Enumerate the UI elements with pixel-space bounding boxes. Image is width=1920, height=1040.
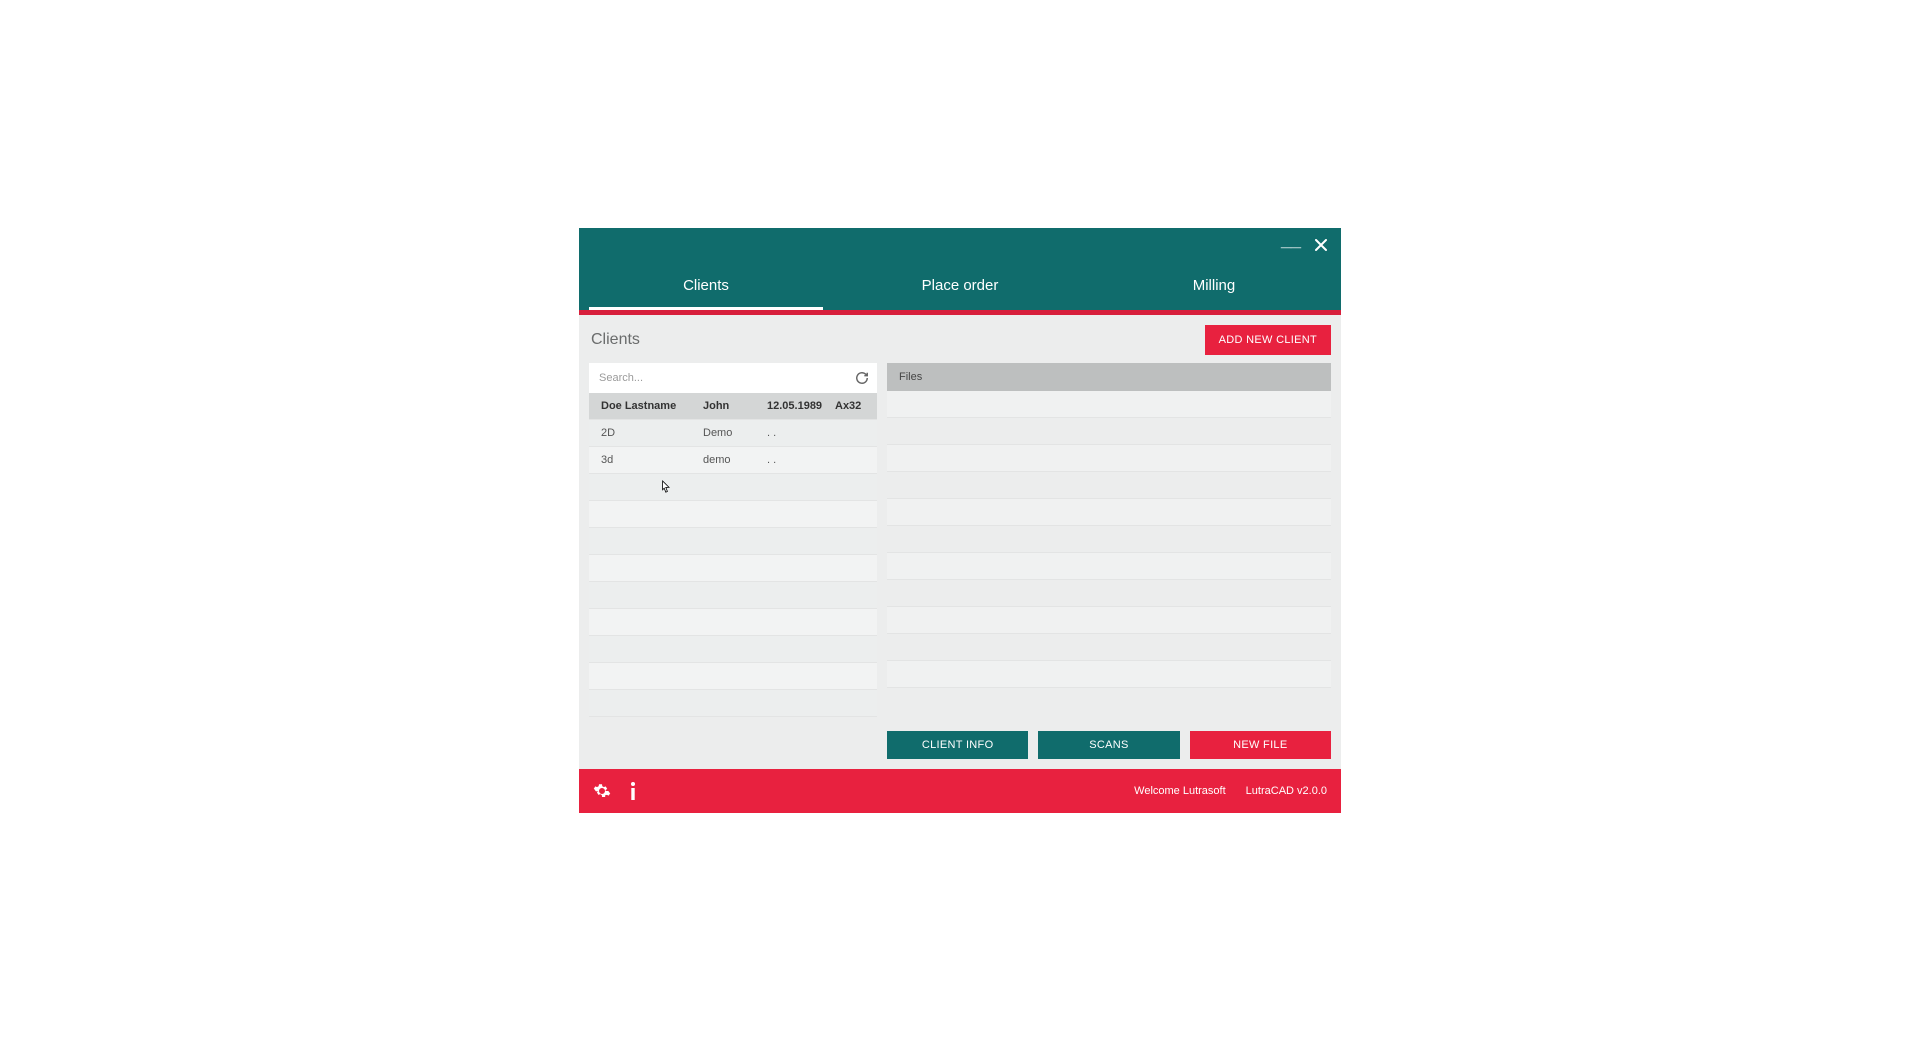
new-file-button[interactable]: NEW FILE — [1190, 731, 1331, 759]
client-firstname: John — [703, 400, 763, 412]
client-firstname: Demo — [703, 427, 763, 439]
clients-panel: Doe Lastname John 12.05.1989 Ax32 2D Dem… — [589, 363, 877, 759]
client-row[interactable] — [589, 474, 877, 501]
scans-button[interactable]: SCANS — [1038, 731, 1179, 759]
client-row[interactable] — [589, 555, 877, 582]
tab-place-order[interactable]: Place order — [833, 262, 1087, 310]
file-row[interactable] — [887, 472, 1331, 499]
search-input[interactable] — [599, 372, 847, 384]
footer-left — [593, 781, 641, 801]
close-button[interactable] — [1315, 239, 1327, 251]
files-list — [887, 391, 1331, 721]
panels: Doe Lastname John 12.05.1989 Ax32 2D Dem… — [589, 363, 1331, 759]
client-row[interactable] — [589, 501, 877, 528]
client-row[interactable] — [589, 609, 877, 636]
client-row[interactable] — [589, 636, 877, 663]
right-actions: CLIENT INFO SCANS NEW FILE — [887, 731, 1331, 759]
file-row[interactable] — [887, 607, 1331, 634]
footer-right: Welcome Lutrasoft LutraCAD v2.0.0 — [1134, 785, 1327, 797]
file-row[interactable] — [887, 445, 1331, 472]
client-row[interactable]: 3d demo . . — [589, 447, 877, 474]
file-row[interactable] — [887, 634, 1331, 661]
client-lastname: 3d — [601, 454, 699, 466]
file-row[interactable] — [887, 661, 1331, 688]
client-date: . . — [767, 427, 831, 439]
file-row[interactable] — [887, 391, 1331, 418]
tab-bar: Clients Place order Milling — [579, 262, 1341, 310]
client-lastname: 2D — [601, 427, 699, 439]
header: __ Clients Place order Milling — [579, 228, 1341, 310]
app-window: __ Clients Place order Milling Clients A… — [579, 228, 1341, 813]
settings-button[interactable] — [593, 782, 611, 800]
client-row[interactable] — [589, 582, 877, 609]
client-lastname: Doe Lastname — [601, 400, 699, 412]
file-row[interactable] — [887, 418, 1331, 445]
footer: Welcome Lutrasoft LutraCAD v2.0.0 — [579, 769, 1341, 813]
reload-button[interactable] — [853, 369, 871, 387]
client-date: 12.05.1989 — [767, 400, 831, 412]
reload-icon — [855, 371, 869, 385]
client-date: . . — [767, 454, 831, 466]
client-row[interactable]: 2D Demo . . — [589, 420, 877, 447]
file-row[interactable] — [887, 580, 1331, 607]
close-icon — [1315, 239, 1327, 251]
client-row[interactable] — [589, 690, 877, 717]
body-header: Clients ADD NEW CLIENT — [589, 325, 1331, 355]
titlebar: __ — [579, 228, 1341, 262]
client-info-button[interactable]: CLIENT INFO — [887, 731, 1028, 759]
client-firstname: demo — [703, 454, 763, 466]
client-list: Doe Lastname John 12.05.1989 Ax32 2D Dem… — [589, 393, 877, 759]
tab-milling[interactable]: Milling — [1087, 262, 1341, 310]
file-row[interactable] — [887, 499, 1331, 526]
info-button[interactable] — [625, 781, 641, 801]
minimize-button[interactable]: __ — [1281, 230, 1301, 251]
page-title: Clients — [591, 331, 640, 349]
client-row[interactable] — [589, 663, 877, 690]
files-header: Files — [887, 363, 1331, 391]
gear-icon — [593, 782, 611, 800]
file-row[interactable] — [887, 553, 1331, 580]
client-row[interactable] — [589, 528, 877, 555]
tab-clients[interactable]: Clients — [579, 262, 833, 310]
info-icon — [625, 781, 641, 801]
files-panel: Files CLIENT INFO SCANS — [887, 363, 1331, 759]
client-code: Ax32 — [835, 400, 865, 412]
file-row[interactable] — [887, 526, 1331, 553]
client-row[interactable]: Doe Lastname John 12.05.1989 Ax32 — [589, 393, 877, 420]
add-new-client-button[interactable]: ADD NEW CLIENT — [1205, 325, 1331, 355]
search-wrap — [589, 363, 877, 393]
welcome-text: Welcome Lutrasoft — [1134, 785, 1226, 797]
version-text: LutraCAD v2.0.0 — [1246, 785, 1327, 797]
body: Clients ADD NEW CLIENT Doe Lastname John… — [579, 315, 1341, 769]
